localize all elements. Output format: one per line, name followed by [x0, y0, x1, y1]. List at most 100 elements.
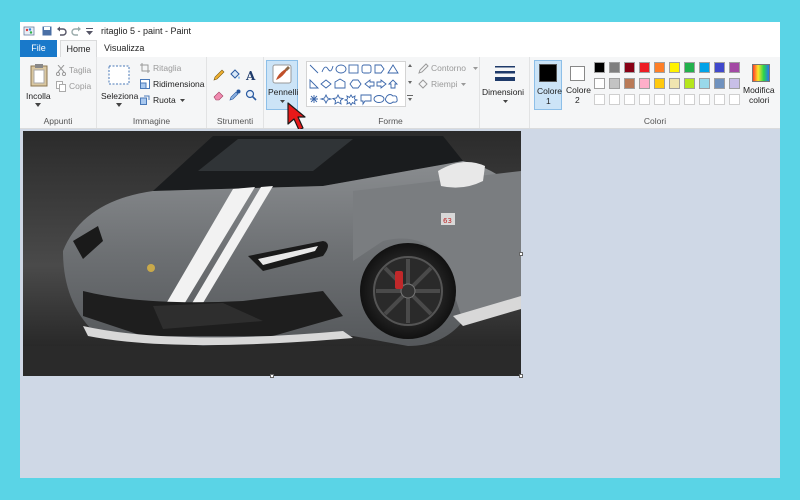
size-button[interactable]: Dimensioni [482, 61, 528, 111]
tab-view[interactable]: Visualizza [104, 40, 144, 57]
paste-label: Incolla [26, 91, 51, 101]
palette-swatch[interactable] [669, 62, 680, 73]
cut-button[interactable]: Taglia [56, 65, 96, 77]
group-colors: Colore 1 Colore 2 Modifica colori Colori [530, 57, 780, 128]
copy-button[interactable]: Copia [56, 81, 96, 93]
car-photo: 63 [23, 131, 521, 376]
palette-swatch[interactable] [729, 62, 740, 73]
palette-swatch[interactable] [699, 62, 710, 73]
svg-text:A: A [245, 69, 256, 81]
crop-icon [140, 63, 150, 73]
color2-button[interactable]: Colore 2 [564, 60, 592, 110]
resize-button[interactable]: Ridimensiona [140, 79, 205, 91]
palette-swatch[interactable] [594, 78, 605, 89]
paste-button[interactable]: Incolla [24, 61, 54, 111]
canvas-area[interactable]: 63 [20, 129, 780, 478]
shapes-gallery-icons [309, 64, 399, 106]
palette-swatch[interactable] [699, 78, 710, 89]
palette-swatch[interactable] [714, 78, 725, 89]
undo-icon[interactable] [56, 26, 67, 36]
text-icon[interactable]: A [245, 69, 257, 81]
resize-handle-right[interactable] [519, 252, 523, 256]
palette-swatch[interactable] [624, 78, 635, 89]
group-shapes: Contorno Riempi Forme [302, 57, 480, 128]
resize-icon [140, 79, 150, 89]
select-button[interactable]: Seleziona [99, 61, 139, 111]
group-size: Dimensioni [480, 57, 530, 128]
palette-swatch[interactable] [654, 78, 665, 89]
edit-colors-label: Modifica [743, 85, 775, 95]
color1-button[interactable]: Colore 1 [534, 60, 562, 110]
group-image: Seleziona Ritaglia Ridimensiona Ruota Im… [97, 57, 207, 128]
palette-swatch[interactable] [654, 62, 665, 73]
pencil-icon[interactable] [213, 69, 225, 81]
palette-swatch[interactable] [609, 78, 620, 89]
edit-colors-label-2: colori [749, 95, 770, 105]
rotate-label: Ruota [153, 95, 176, 105]
group-label-image: Immagine [132, 116, 171, 126]
copy-icon [56, 81, 66, 92]
palette-swatch[interactable] [639, 62, 650, 73]
cut-label: Taglia [69, 65, 92, 75]
palette-swatch[interactable] [699, 94, 710, 105]
palette-swatch[interactable] [654, 94, 665, 105]
rotate-icon [140, 95, 150, 105]
palette-swatch[interactable] [684, 78, 695, 89]
palette-swatch[interactable] [729, 94, 740, 105]
clipboard-icon [30, 64, 48, 87]
red-arrow-cursor-icon [287, 102, 306, 131]
fill-bucket-icon[interactable] [229, 69, 241, 81]
palette-swatch[interactable] [714, 62, 725, 73]
color1-swatch [539, 64, 557, 82]
color2-label: Colore [566, 85, 592, 95]
group-clipboard: Incolla Taglia Copia Appunti [20, 57, 97, 128]
palette-swatch[interactable] [684, 62, 695, 73]
resize-handle-corner[interactable] [519, 374, 523, 378]
palette-swatch[interactable] [624, 62, 635, 73]
palette-swatch[interactable] [639, 78, 650, 89]
palette-swatch[interactable] [714, 94, 725, 105]
rotate-button[interactable]: Ruota [140, 95, 205, 107]
tab-home[interactable]: Home [60, 40, 97, 57]
line-size-icon [495, 66, 515, 81]
group-label-shapes: Forme [378, 116, 403, 126]
menu-bar: File Home Visualizza [20, 40, 780, 58]
fill-button[interactable]: Riempi [418, 79, 478, 91]
color1-label: Colore [537, 86, 563, 96]
palette-swatch[interactable] [684, 94, 695, 105]
palette-swatch[interactable] [594, 62, 605, 73]
brushes-label: Pennelli [268, 87, 299, 97]
color1-number: 1 [546, 96, 551, 106]
chevron-down-icon [180, 99, 185, 102]
palette-swatch[interactable] [669, 94, 680, 105]
crop-button[interactable]: Ritaglia [140, 63, 205, 75]
tab-file[interactable]: File [20, 40, 57, 57]
palette-swatch[interactable] [609, 62, 620, 73]
palette-swatch[interactable] [594, 94, 605, 105]
magnifier-icon[interactable] [245, 89, 257, 101]
palette-swatch[interactable] [729, 78, 740, 89]
outline-label: Contorno [431, 63, 466, 73]
palette-swatch[interactable] [639, 94, 650, 105]
canvas-image[interactable]: 63 [23, 131, 521, 376]
quick-access-toolbar [42, 26, 93, 36]
eraser-icon[interactable] [213, 89, 225, 101]
crop-label: Ritaglia [153, 63, 182, 73]
resize-handle-bottom[interactable] [270, 374, 274, 378]
edit-colors-button[interactable]: Modifica colori [743, 60, 779, 110]
scroll-arrows-icon [407, 64, 413, 101]
redo-icon[interactable] [71, 26, 82, 36]
color-wheel-icon [752, 64, 770, 82]
palette-swatch[interactable] [669, 78, 680, 89]
color2-number: 2 [575, 95, 580, 105]
color-picker-icon[interactable] [229, 89, 241, 101]
outline-button[interactable]: Contorno [418, 63, 478, 75]
shapes-scroll[interactable] [406, 61, 414, 107]
shapes-gallery[interactable] [306, 61, 406, 107]
palette-swatch[interactable] [624, 94, 635, 105]
palette-swatch[interactable] [609, 94, 620, 105]
customize-dropdown-icon[interactable] [86, 26, 93, 36]
save-icon[interactable] [42, 26, 52, 36]
brush-icon [272, 64, 292, 84]
copy-label: Copia [69, 81, 92, 91]
